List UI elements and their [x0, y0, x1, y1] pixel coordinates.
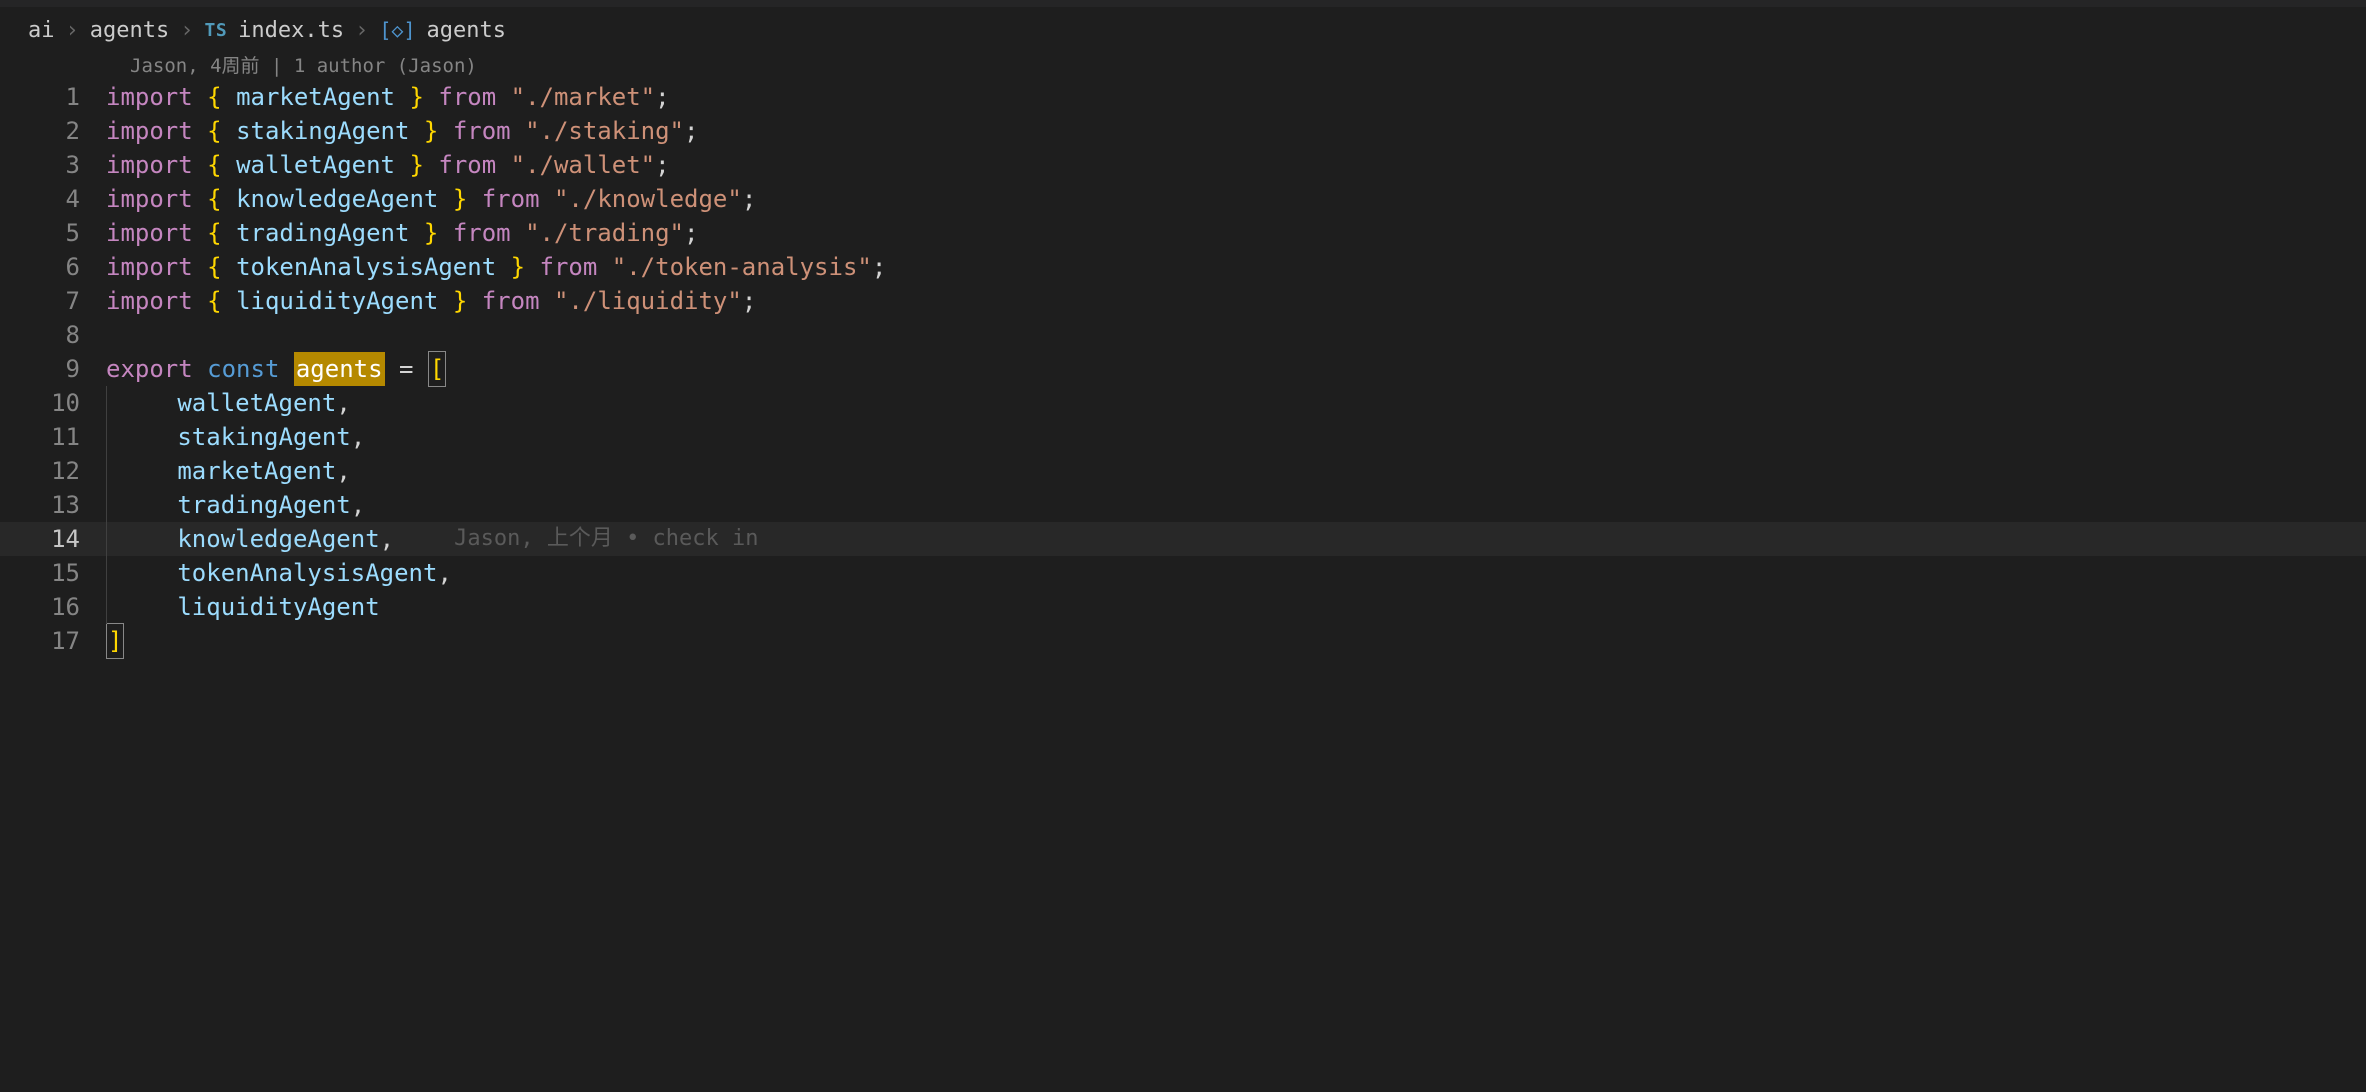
indent-guide — [106, 488, 134, 522]
code-line[interactable]: 7 import { liquidityAgent } from "./liqu… — [0, 284, 2366, 318]
code-line[interactable]: 11 stakingAgent, — [0, 420, 2366, 454]
line-number: 9 — [0, 352, 106, 386]
breadcrumb-filename[interactable]: index.ts — [238, 18, 344, 43]
line-number: 8 — [0, 318, 106, 352]
identifier: marketAgent — [236, 80, 395, 114]
code-line[interactable]: 15 tokenAnalysisAgent, — [0, 556, 2366, 590]
line-number: 2 — [0, 114, 106, 148]
string-literal: "./market" — [511, 80, 656, 114]
line-number: 7 — [0, 284, 106, 318]
code-line[interactable]: 9 export const agents = [ — [0, 352, 2366, 386]
keyword-const: const — [207, 352, 279, 386]
line-number: 17 — [0, 624, 106, 658]
code-line[interactable]: 6 import { tokenAnalysisAgent } from "./… — [0, 250, 2366, 284]
line-number: 14 — [0, 522, 106, 556]
keyword-export: export — [106, 352, 193, 386]
semicolon: ; — [655, 80, 669, 114]
indent-guide — [106, 454, 134, 488]
line-number: 10 — [0, 386, 106, 420]
line-number: 16 — [0, 590, 106, 624]
line-number: 5 — [0, 216, 106, 250]
typescript-file-icon: TS — [204, 20, 227, 41]
code-line[interactable]: 16 liquidityAgent — [0, 590, 2366, 624]
code-line[interactable]: 10 walletAgent, — [0, 386, 2366, 420]
keyword-import: import — [106, 80, 193, 114]
chevron-right-icon: › — [180, 18, 193, 43]
code-line[interactable]: 5 import { tradingAgent } from "./tradin… — [0, 216, 2366, 250]
breadcrumb-seg-ai[interactable]: ai — [28, 18, 55, 43]
line-number: 15 — [0, 556, 106, 590]
bracket-open: [ — [428, 351, 446, 387]
code-line[interactable]: 17 ] — [0, 624, 2366, 658]
indent-guide — [106, 522, 134, 556]
tab-bar[interactable] — [0, 0, 2366, 8]
line-number: 11 — [0, 420, 106, 454]
line-number: 1 — [0, 80, 106, 114]
indent-guide — [106, 420, 134, 454]
git-inline-blame[interactable]: Jason, 上个月 • check in — [394, 522, 758, 556]
symbol-variable-icon: [◇] — [379, 18, 415, 42]
line-number: 13 — [0, 488, 106, 522]
code-line[interactable]: 12 marketAgent, — [0, 454, 2366, 488]
breadcrumb-seg-agents[interactable]: agents — [90, 18, 169, 43]
code-line[interactable]: 8 — [0, 318, 2366, 352]
git-codelens[interactable]: Jason, 4周前 | 1 author (Jason) — [0, 52, 2366, 80]
breadcrumb[interactable]: ai › agents › TS index.ts › [◇] agents — [0, 8, 2366, 52]
brace-open: { — [207, 80, 221, 114]
line-number: 6 — [0, 250, 106, 284]
bracket-close: ] — [106, 623, 124, 659]
line-number: 12 — [0, 454, 106, 488]
identifier: walletAgent — [177, 386, 336, 420]
code-line[interactable]: 2 import { stakingAgent } from "./stakin… — [0, 114, 2366, 148]
equals: = — [399, 352, 413, 386]
code-line[interactable]: 1 import { marketAgent } from "./market"… — [0, 80, 2366, 114]
selection-highlight: agents — [294, 352, 385, 386]
chevron-right-icon: › — [66, 18, 79, 43]
chevron-right-icon: › — [355, 18, 368, 43]
code-line[interactable]: 13 tradingAgent, — [0, 488, 2366, 522]
indent-guide — [106, 590, 134, 624]
brace-close: } — [409, 80, 423, 114]
indent-guide — [106, 556, 134, 590]
line-number: 3 — [0, 148, 106, 182]
indent-guide — [106, 386, 134, 420]
code-line-current[interactable]: 14 knowledgeAgent,Jason, 上个月 • check in — [0, 522, 2366, 556]
code-line[interactable]: 4 import { knowledgeAgent } from "./know… — [0, 182, 2366, 216]
breadcrumb-symbol[interactable]: agents — [427, 18, 506, 43]
line-number: 4 — [0, 182, 106, 216]
code-line[interactable]: 3 import { walletAgent } from "./wallet"… — [0, 148, 2366, 182]
code-editor[interactable]: Jason, 4周前 | 1 author (Jason) 1 import {… — [0, 52, 2366, 658]
keyword-from: from — [438, 80, 496, 114]
